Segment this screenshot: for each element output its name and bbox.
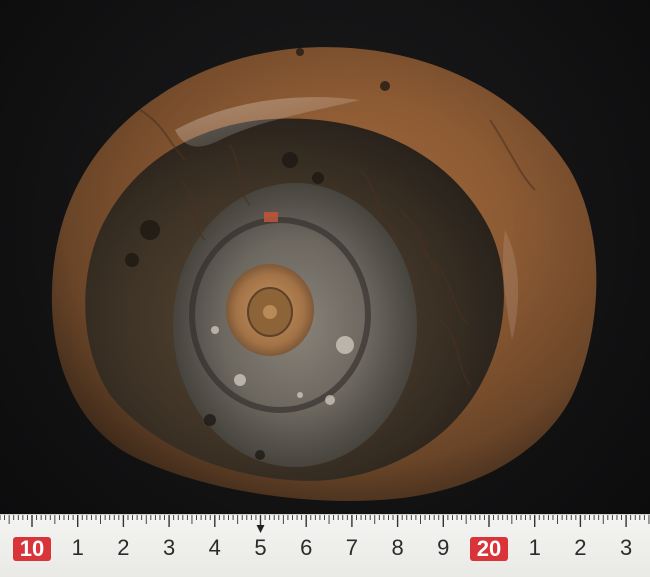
- ruler-label: 4: [208, 535, 221, 560]
- ruler-label: 10: [13, 537, 51, 561]
- ruler-center-marker: [256, 525, 265, 533]
- ruler-label: 3: [619, 535, 633, 560]
- ruler-label: 1: [528, 535, 541, 560]
- ruler-label: 3: [162, 535, 176, 560]
- ruler-label: 8: [391, 535, 404, 560]
- measuring-ruler: 10 1 2 3 4 5 6 7 8 9 20 1 2 3: [0, 514, 650, 577]
- ruler-label: 5: [254, 535, 267, 560]
- fossil-photo: [0, 0, 650, 514]
- ruler-label: 20: [470, 537, 508, 561]
- ruler-label: 2: [574, 535, 587, 560]
- ruler-label: 1: [71, 535, 84, 560]
- ruler-label: 2: [117, 535, 130, 560]
- ruler-ticks: [0, 515, 650, 533]
- ruler-label: 6: [300, 535, 313, 560]
- ruler-label: 7: [345, 535, 359, 560]
- ammonite-fossil-icon: [51, 47, 597, 501]
- ruler-label: 9: [437, 535, 450, 560]
